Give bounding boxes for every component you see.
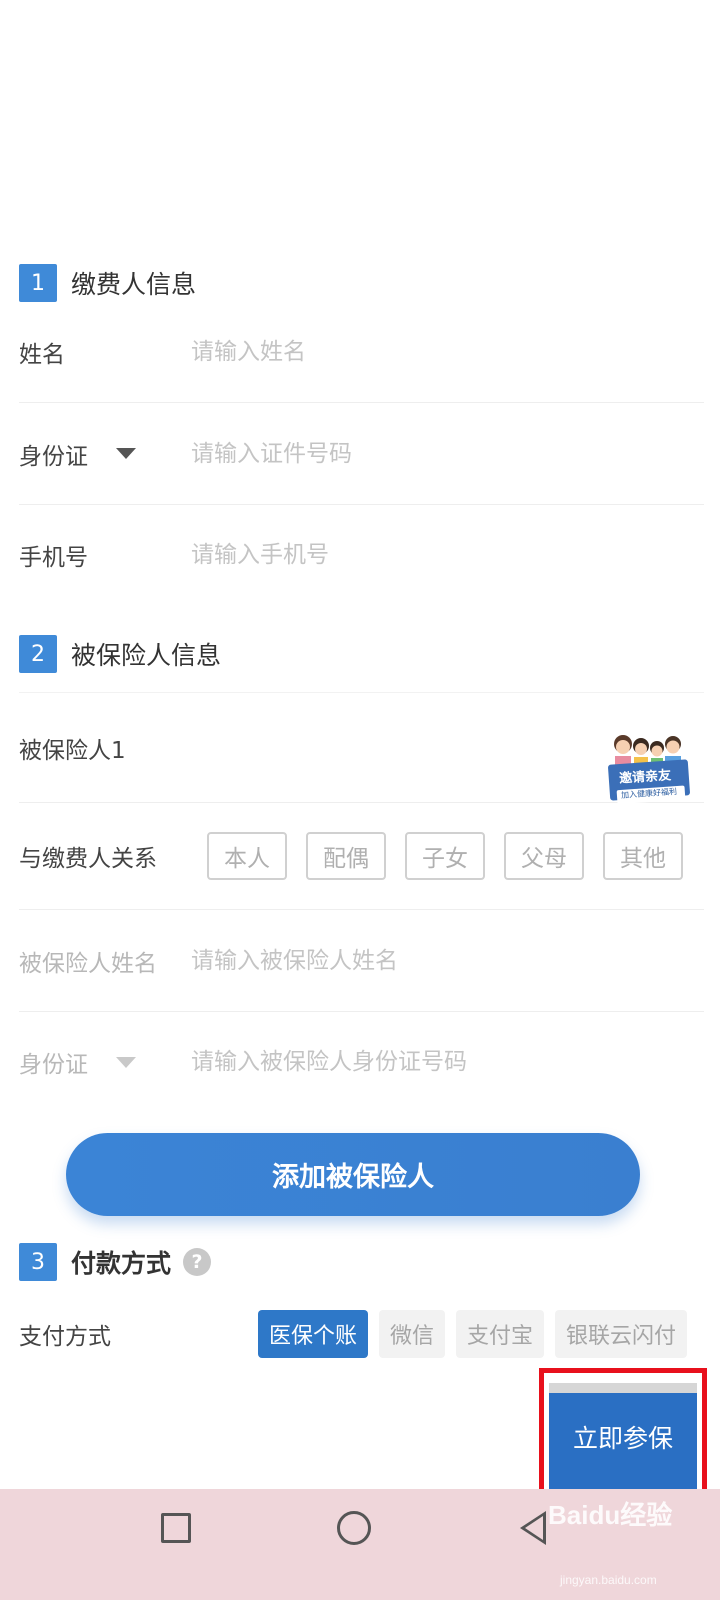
insured-id-row: 身份证 [19,1012,704,1112]
payer-name-row: 姓名 [19,302,704,403]
submit-highlight-box: 立即参保 [539,1368,707,1506]
relation-option-parent[interactable]: 父母 [504,832,584,880]
insured-header-row: 被保险人1 [19,692,704,803]
payer-id-input[interactable] [191,440,704,467]
payer-id-label: 身份证 [19,443,88,470]
insured-name-input[interactable] [191,947,704,974]
section-title: 缴费人信息 [71,270,197,299]
section-payer-header: 1 缴费人信息 [19,264,196,302]
payer-name-input[interactable] [191,339,704,365]
payment-options: 医保个账 微信 支付宝 银联云闪付 [257,1310,687,1358]
add-insured-button[interactable]: 添加被保险人 [66,1133,640,1216]
section-number: 1 [19,264,57,302]
payment-row: 支付方式 医保个账 微信 支付宝 银联云闪付 [19,1305,687,1363]
relation-label: 与缴费人关系 [19,846,157,872]
chevron-down-icon [116,448,136,459]
payment-label: 支付方式 [19,1324,111,1350]
section-number: 3 [19,1243,57,1281]
watermark-text: Baidu经验 [548,1500,673,1530]
payer-phone-input[interactable] [191,542,704,568]
relation-option-spouse[interactable]: 配偶 [306,832,386,880]
relation-option-other[interactable]: 其他 [603,832,683,880]
insured-id-input[interactable] [191,1049,704,1075]
insured-name-row: 被保险人姓名 [19,910,704,1012]
section-title: 付款方式 [71,1249,172,1278]
chevron-down-icon [116,1056,136,1068]
payment-option-unionpay[interactable]: 银联云闪付 [554,1310,687,1358]
recent-apps-icon[interactable] [161,1513,191,1543]
system-nav-bar: Baidu经验 jingyan.baidu.com [0,1489,720,1600]
relation-option-self[interactable]: 本人 [207,832,287,880]
payer-id-row: 身份证 [19,403,704,505]
section-payment-header: 3 付款方式 ? [19,1243,212,1281]
payer-phone-row: 手机号 [19,505,704,605]
submit-enroll-button[interactable]: 立即参保 [549,1383,697,1491]
relation-options: 本人 配偶 子女 父母 其他 [207,832,683,880]
insured-id-type-select[interactable]: 身份证 [19,1045,191,1079]
section-title: 被保险人信息 [71,641,222,670]
invite-label: 邀请亲友 [618,768,672,787]
payer-phone-label: 手机号 [19,545,88,571]
section-number: 2 [19,635,57,673]
back-icon[interactable] [520,1511,546,1545]
payer-name-label: 姓名 [19,342,65,368]
help-icon[interactable]: ? [183,1248,212,1276]
payment-option-wechat[interactable]: 微信 [378,1310,445,1358]
submit-enroll-label: 立即参保 [572,1424,673,1453]
payment-option-medical-insurance[interactable]: 医保个账 [257,1310,368,1358]
insured-header-label: 被保险人1 [19,737,126,764]
payer-id-type-select[interactable]: 身份证 [19,437,191,471]
watermark-subtext: jingyan.baidu.com [560,1573,657,1587]
insured-id-label: 身份证 [19,1052,88,1078]
home-icon[interactable] [337,1511,371,1545]
insured-name-label: 被保险人姓名 [19,950,157,977]
payment-option-alipay[interactable]: 支付宝 [455,1310,544,1358]
relation-row: 与缴费人关系 本人 配偶 子女 父母 其他 [19,803,704,910]
invite-friends-badge[interactable]: 邀请亲友 加入健康好福利 [607,730,693,810]
section-insured-header: 2 被保险人信息 [19,635,221,673]
relation-option-child[interactable]: 子女 [405,832,485,880]
